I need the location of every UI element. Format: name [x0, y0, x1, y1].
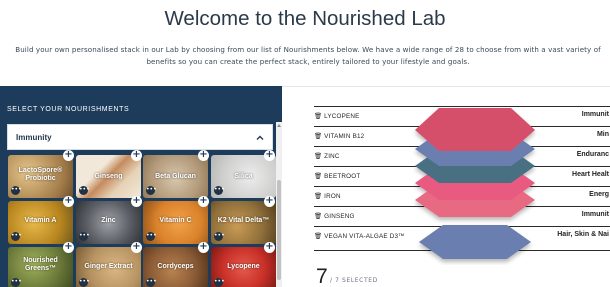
- remove-icon[interactable]: 🗑︎: [314, 173, 322, 180]
- tile-k2-vital-delta[interactable]: K2 Vital Delta™ •••: [211, 201, 276, 244]
- tile-silica[interactable]: Silica •••: [211, 155, 276, 198]
- tile-beta-glucan[interactable]: Beta Glucan •••: [143, 155, 208, 198]
- tile-label: Cordyceps: [157, 263, 194, 270]
- more-options-icon[interactable]: •••: [11, 232, 22, 241]
- remove-icon[interactable]: 🗑︎: [314, 233, 322, 240]
- add-vitamin-a-button[interactable]: +: [63, 196, 74, 207]
- stack-item-name: 🗑︎ GINSENG: [314, 213, 355, 220]
- more-options-icon[interactable]: •••: [146, 232, 157, 241]
- add-lactospore-button[interactable]: +: [63, 150, 74, 161]
- tile-label: Ginseng: [94, 173, 123, 180]
- add-ginseng-button[interactable]: +: [131, 150, 142, 161]
- remove-icon[interactable]: 🗑︎: [314, 213, 322, 220]
- tile-ginseng[interactable]: Ginseng •••: [76, 155, 141, 198]
- tile-vitamin-a[interactable]: Vitamin A •••: [8, 201, 73, 244]
- tile-label: Nourished Greens™: [23, 257, 58, 272]
- selected-total-label: / 7 SELECTED: [330, 277, 378, 284]
- more-options-icon[interactable]: •••: [11, 186, 22, 195]
- stack-item-name: 🗑︎ IRON: [314, 193, 341, 200]
- intro-text: Build your own personalised stack in our…: [8, 44, 608, 68]
- more-options-icon[interactable]: •••: [79, 278, 90, 287]
- tile-label: Zinc: [101, 217, 116, 224]
- stack-item-benefit: Immunit: [581, 211, 609, 218]
- add-beta-glucan-button[interactable]: +: [198, 150, 209, 161]
- tile-nourished-greens[interactable]: Nourished Greens™ •••: [8, 247, 73, 287]
- add-ginger-extract-button[interactable]: +: [131, 242, 142, 253]
- tile-vitamin-c[interactable]: Vitamin C •••: [143, 201, 208, 244]
- category-dropdown-value: Immunity: [16, 133, 52, 142]
- stack-item-name: 🗑︎ LYCOPENE: [314, 113, 360, 120]
- more-options-icon[interactable]: •••: [214, 278, 225, 287]
- stack-layer-1: [415, 108, 535, 151]
- select-label: SELECT YOUR NOURISHMENTS: [7, 106, 130, 113]
- more-options-icon[interactable]: •••: [79, 232, 90, 241]
- tile-label: Beta Glucan: [155, 173, 196, 180]
- stack-item-name: 🗑︎ VITAMIN B12: [314, 133, 365, 140]
- stack-item-benefit: Immunit: [581, 111, 609, 118]
- add-silica-button[interactable]: +: [264, 150, 275, 161]
- add-cordyceps-button[interactable]: +: [198, 242, 209, 253]
- stack-item-name: 🗑︎ ZINC: [314, 153, 340, 160]
- tile-label: Silica: [234, 173, 253, 180]
- add-k2-vital-delta-button[interactable]: +: [264, 196, 275, 207]
- tile-lycopene[interactable]: Lycopene •••: [211, 247, 276, 287]
- page-title: Welcome to the Nourished Lab: [164, 7, 446, 30]
- tile-label: Vitamin A: [24, 217, 57, 224]
- more-options-icon[interactable]: •••: [146, 186, 157, 195]
- stack-layer-6: [419, 225, 531, 259]
- more-options-icon[interactable]: •••: [79, 186, 90, 195]
- tile-zinc[interactable]: Zinc •••: [76, 201, 141, 244]
- tile-label: K2 Vital Delta™: [217, 217, 270, 224]
- tile-cordyceps[interactable]: Cordyceps •••: [143, 247, 208, 287]
- add-nourished-greens-button[interactable]: +: [63, 242, 74, 253]
- tile-label: Vitamin C: [159, 217, 192, 224]
- stack-item-benefit: Heart Healt: [572, 171, 609, 178]
- stack-visual: [415, 108, 535, 259]
- stack-item-benefit: Min: [596, 131, 609, 138]
- stack-item-benefit: Enduranc: [576, 151, 609, 158]
- remove-icon[interactable]: 🗑︎: [314, 153, 322, 160]
- more-options-icon[interactable]: •••: [11, 278, 22, 287]
- tile-label: LactoSpore® Probiotic: [18, 167, 63, 182]
- stack-item-benefit: Energ: [589, 191, 609, 198]
- stack-item-name: 🗑︎ BEETROOT: [314, 173, 361, 180]
- intro-line-1: Build your own personalised stack in our…: [15, 45, 601, 54]
- scrollbar-thumb[interactable]: [277, 180, 281, 280]
- tiles-scrollbar[interactable]: [276, 122, 282, 287]
- chevron-up-icon: [256, 135, 264, 140]
- more-options-icon[interactable]: •••: [214, 232, 225, 241]
- scroll-up-arrow-icon[interactable]: [277, 124, 281, 127]
- tile-ginger-extract[interactable]: Ginger Extract •••: [76, 247, 141, 287]
- nourished-lab-page: Welcome to the Nourished Lab Build your …: [0, 0, 610, 287]
- tile-label: Ginger Extract: [84, 263, 133, 270]
- selected-count: 7: [316, 265, 328, 287]
- add-vitamin-c-button[interactable]: +: [198, 196, 209, 207]
- more-options-icon[interactable]: •••: [146, 278, 157, 287]
- intro-line-2: benefits so you can create the perfect s…: [146, 57, 470, 66]
- stack-item-benefit: Hair, Skin & Nai: [557, 231, 609, 238]
- more-options-icon[interactable]: •••: [214, 186, 225, 195]
- tile-lactospore-probiotic[interactable]: LactoSpore® Probiotic •••: [8, 155, 73, 198]
- remove-icon[interactable]: 🗑︎: [314, 133, 322, 140]
- category-dropdown[interactable]: Immunity: [7, 124, 273, 150]
- add-lycopene-button[interactable]: +: [264, 242, 275, 253]
- stack-item-name: 🗑︎ VEGAN VITA-ALGAE D3™: [314, 233, 405, 240]
- remove-icon[interactable]: 🗑︎: [314, 113, 322, 120]
- add-zinc-button[interactable]: +: [131, 196, 142, 207]
- tile-label: Lycopene: [227, 263, 260, 270]
- remove-icon[interactable]: 🗑︎: [314, 193, 322, 200]
